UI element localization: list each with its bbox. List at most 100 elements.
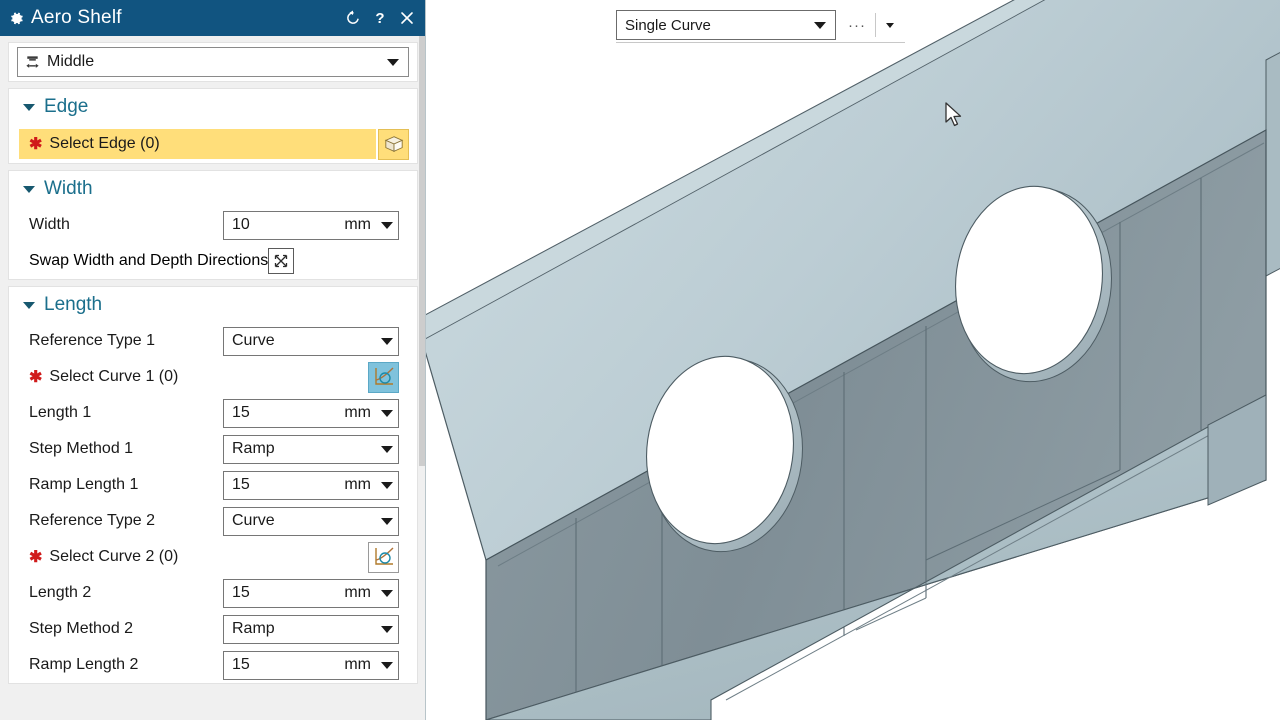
box-select-icon[interactable] (378, 128, 409, 160)
length-2-label: Length 2 (29, 584, 92, 601)
selection-card: Middle (8, 42, 418, 82)
3d-viewport[interactable]: Single Curve ··· (426, 0, 1280, 720)
select-curve-1-label: Select Curve 1 (0) (49, 368, 179, 385)
curve-select-icon[interactable] (368, 541, 399, 573)
chevron-down-icon[interactable] (381, 221, 393, 229)
reset-icon[interactable] (339, 4, 366, 32)
reference-type-2-value: Curve (232, 512, 275, 529)
mouse-cursor (945, 102, 962, 127)
svg-text:?: ? (375, 10, 384, 27)
length-1-value: 15 (232, 404, 250, 421)
step-method-1-row: Step Method 1 Ramp (9, 431, 417, 467)
select-curve-2-label: Select Curve 2 (0) (49, 548, 179, 565)
width-section-card: Width Width 10 mm Swap Width and Depth D… (8, 170, 418, 280)
chevron-down-icon[interactable] (381, 589, 393, 597)
more-options-button[interactable]: ··· (842, 10, 872, 40)
select-edge-label: Select Edge (0) (49, 135, 160, 152)
length-1-label: Length 1 (29, 404, 92, 421)
length-section-title: Length (44, 294, 103, 315)
edge-section-title: Edge (44, 96, 89, 117)
reference-type-1-dropdown[interactable]: Curve (223, 326, 399, 356)
width-value: 10 (232, 216, 250, 233)
feature-dialog-panel: Aero Shelf ? Middle Edge ✱ Select Edge (… (0, 0, 426, 720)
required-asterisk-icon: ✱ (29, 136, 43, 153)
length-2-row: Length 2 15 mm (9, 575, 417, 611)
curve-mode-dropdown[interactable]: Single Curve (616, 10, 836, 40)
ramp-length-1-input[interactable]: 15 mm (223, 470, 399, 500)
toolbar-overflow-button[interactable] (879, 10, 901, 40)
ramp-length-2-unit: mm (344, 656, 371, 673)
required-asterisk-icon: ✱ (29, 369, 43, 386)
length-section-header[interactable]: Length (9, 287, 417, 323)
width-unit: mm (344, 216, 371, 233)
dialog-body: Middle Edge ✱ Select Edge (0) Width Widt… (0, 36, 426, 720)
dialog-titlebar: Aero Shelf ? (0, 0, 426, 36)
reference-type-1-row: Reference Type 1 Curve (9, 323, 417, 359)
length-2-input[interactable]: 15 mm (223, 578, 399, 608)
chevron-down-icon[interactable] (381, 661, 393, 669)
reference-type-2-dropdown[interactable]: Curve (223, 506, 399, 536)
length-section-card: Length Reference Type 1 Curve ✱ Select C… (8, 286, 418, 684)
chevron-down-icon (387, 58, 399, 66)
ramp-length-1-row: Ramp Length 1 15 mm (9, 467, 417, 503)
chevron-down-icon[interactable] (381, 409, 393, 417)
ramp-length-2-row: Ramp Length 2 15 mm (9, 647, 417, 683)
model-right-end-face (1265, 51, 1280, 277)
length-1-unit: mm (344, 404, 371, 421)
ramp-length-1-value: 15 (232, 476, 250, 493)
curve-select-icon[interactable] (368, 361, 399, 393)
length-2-unit: mm (344, 584, 371, 601)
toolbar-underline (616, 42, 905, 43)
select-curve-2-row: ✱ Select Curve 2 (0) (9, 539, 417, 575)
select-edge-row: ✱ Select Edge (0) (9, 125, 417, 163)
align-middle-icon (24, 54, 41, 71)
chevron-down-icon[interactable] (381, 445, 393, 453)
chevron-down-icon[interactable] (381, 517, 393, 525)
placement-value: Middle (47, 53, 95, 70)
viewport-toolbar: Single Curve ··· (616, 8, 905, 43)
ramp-length-2-input[interactable]: 15 mm (223, 650, 399, 680)
selection-row: Middle (9, 43, 417, 81)
required-asterisk-icon: ✱ (29, 549, 43, 566)
swap-directions-row: Swap Width and Depth Directions (9, 243, 417, 279)
ramp-length-1-label: Ramp Length 1 (29, 476, 139, 493)
3d-model-canvas[interactable] (426, 0, 1280, 720)
collapse-triangle-icon[interactable] (23, 301, 35, 309)
close-icon[interactable] (393, 4, 420, 32)
ramp-length-2-value: 15 (232, 656, 250, 673)
panel-viewport-divider (425, 0, 426, 720)
step-method-1-label: Step Method 1 (29, 440, 134, 457)
help-icon[interactable]: ? (366, 4, 393, 32)
chevron-down-icon (814, 21, 826, 29)
step-method-1-value: Ramp (232, 440, 275, 457)
ramp-length-2-label: Ramp Length 2 (29, 656, 139, 673)
select-edge-field[interactable]: ✱ Select Edge (0) (19, 129, 376, 159)
edge-section-header[interactable]: Edge (9, 89, 417, 125)
placement-dropdown[interactable]: Middle (17, 47, 409, 77)
step-method-2-dropdown[interactable]: Ramp (223, 614, 399, 644)
swap-arrows-icon[interactable] (268, 248, 295, 274)
chevron-down-small-icon (886, 22, 894, 28)
width-label: Width (29, 216, 70, 233)
collapse-triangle-icon[interactable] (23, 185, 35, 193)
width-input[interactable]: 10 mm (223, 210, 399, 240)
width-row: Width 10 mm (9, 207, 417, 243)
chevron-down-icon[interactable] (381, 625, 393, 633)
width-section-header[interactable]: Width (9, 171, 417, 207)
chevron-down-icon[interactable] (381, 337, 393, 345)
reference-type-1-label: Reference Type 1 (29, 332, 156, 349)
dialog-title: Aero Shelf (31, 7, 122, 28)
step-method-1-dropdown[interactable]: Ramp (223, 434, 399, 464)
gear-icon (8, 10, 25, 27)
length-2-value: 15 (232, 584, 250, 601)
select-curve-1-row: ✱ Select Curve 1 (0) (9, 359, 417, 395)
ramp-length-1-unit: mm (344, 476, 371, 493)
curve-mode-value: Single Curve (625, 16, 711, 34)
length-1-input[interactable]: 15 mm (223, 398, 399, 428)
chevron-down-icon[interactable] (381, 481, 393, 489)
step-method-2-label: Step Method 2 (29, 620, 134, 637)
reference-type-1-value: Curve (232, 332, 275, 349)
swap-directions-label: Swap Width and Depth Directions (29, 252, 269, 269)
width-section-title: Width (44, 178, 93, 199)
collapse-triangle-icon[interactable] (23, 103, 35, 111)
